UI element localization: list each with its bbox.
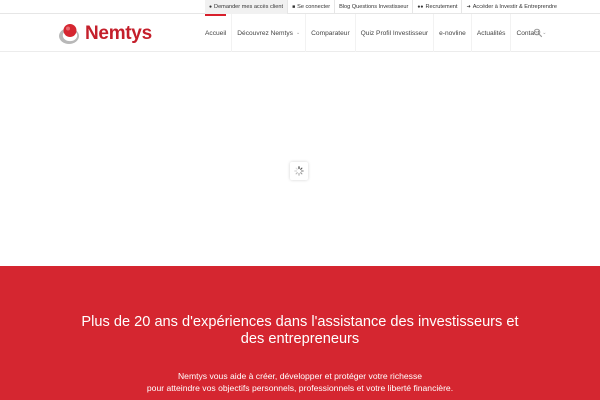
logo-text: Nemtys bbox=[85, 23, 152, 44]
nav-label: Quiz Profil Investisseur bbox=[360, 29, 429, 37]
chevron-down-icon: ⌄ bbox=[295, 30, 301, 36]
nav-item-quiz[interactable]: Quiz Profil Investisseur bbox=[356, 14, 433, 52]
people-icon: ●● bbox=[417, 4, 424, 10]
band-text-line: Nemtys vous aide à créer, développer et … bbox=[177, 371, 423, 381]
top-link-label: Demander mes accès client bbox=[214, 4, 284, 10]
hero-band: Plus de 20 ans d'expériences dans l'assi… bbox=[0, 266, 600, 400]
logo[interactable]: Nemtys bbox=[58, 23, 152, 45]
top-links: ● Demander mes accès client ■ Se connect… bbox=[205, 0, 561, 14]
top-utility-bar: ● Demander mes accès client ■ Se connect… bbox=[0, 0, 600, 14]
main-nav: Accueil Découvrez Nemtys ⌄ Comparateur Q… bbox=[200, 14, 551, 52]
site-header: Nemtys Accueil Découvrez Nemtys ⌄ Compar… bbox=[0, 14, 600, 52]
top-link-blog[interactable]: Blog Questions Investisseur bbox=[335, 0, 412, 14]
nav-item-actualites[interactable]: Actualités bbox=[472, 14, 511, 52]
top-link-client-access[interactable]: ● Demander mes accès client bbox=[205, 0, 288, 14]
top-link-recruitment[interactable]: ●● Recrutement bbox=[413, 0, 461, 14]
nav-item-comparateur[interactable]: Comparateur bbox=[306, 14, 354, 52]
nav-label: Accueil bbox=[205, 29, 227, 37]
nav-item-decouvrez[interactable]: Découvrez Nemtys ⌄ bbox=[232, 14, 305, 52]
nav-item-enovline[interactable]: e-novline bbox=[434, 14, 471, 52]
loading-spinner bbox=[290, 162, 308, 180]
band-text: Nemtys vous aide à créer, développer et … bbox=[100, 370, 500, 394]
top-link-investir[interactable]: ➜ Accéder à Investir & Entreprendre bbox=[462, 0, 560, 14]
search-icon[interactable] bbox=[533, 28, 543, 38]
nav-label: e-novline bbox=[439, 29, 466, 37]
nav-label: Actualités bbox=[476, 29, 506, 37]
nav-label: Comparateur bbox=[311, 29, 350, 37]
nav-label: Découvrez Nemtys bbox=[237, 29, 293, 37]
top-link-label: Accéder à Investir & Entreprendre bbox=[472, 4, 557, 10]
user-icon: ● bbox=[209, 4, 213, 10]
band-text-line: pour atteindre vos objectifs personnels,… bbox=[146, 383, 454, 393]
top-link-label: Recrutement bbox=[425, 4, 458, 10]
nav-item-contact[interactable]: Contact ⌄ bbox=[511, 14, 551, 52]
lock-icon: ■ bbox=[292, 4, 296, 10]
sign-in-icon: ➜ bbox=[466, 4, 471, 10]
top-link-label: Blog Questions Investisseur bbox=[339, 4, 409, 10]
logo-mark-icon bbox=[59, 24, 79, 44]
nav-item-accueil[interactable]: Accueil bbox=[200, 14, 231, 52]
band-title: Plus de 20 ans d'expériences dans l'assi… bbox=[81, 314, 519, 347]
top-link-login[interactable]: ■ Se connecter bbox=[288, 0, 334, 14]
top-link-label: Se connecter bbox=[297, 4, 331, 10]
spinner-icon bbox=[294, 166, 304, 176]
